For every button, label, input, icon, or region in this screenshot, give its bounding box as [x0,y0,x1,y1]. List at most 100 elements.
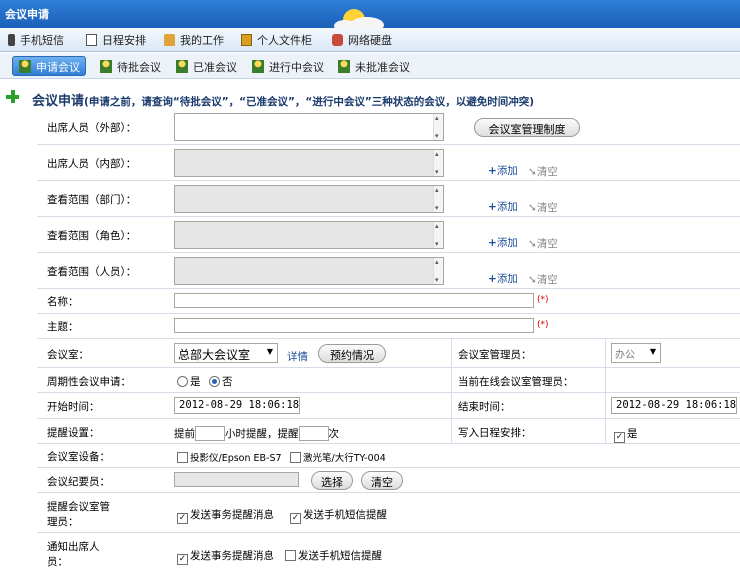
room-rules-button[interactable]: 会议室管理制度 [474,118,580,137]
remind-manager-message-option[interactable]: 发送事务提醒消息 [177,507,274,524]
title-bar: 会议申请 [0,0,740,28]
clear-scope-dept-link[interactable]: ➘清空 [528,200,558,215]
chevron-down-icon: ▼ [266,347,273,356]
room-manager-select[interactable]: 办公 ▼ [611,343,661,363]
add-scope-role-link[interactable]: +添加 [488,235,518,250]
person-icon [338,60,350,73]
form-row-reminder: 提醒设置： 提前小时提醒，提醒次 写入日程安排： 是 [37,419,740,444]
end-time-label: 结束时间： [458,401,511,413]
clear-scope-user-link[interactable]: ➘清空 [528,272,558,287]
select-recorder-button[interactable]: 选择 [311,471,353,490]
equipment-item[interactable]: 投影仪/Epson EB-S7 [177,450,282,464]
person-icon [19,60,31,73]
form-row-periodic: 周期性会议申请： 是 否 当前在线会议室管理员： [37,368,740,393]
scope-dept-label: 查看范围（部门）： [47,194,137,206]
notify-attendees-sms-checkbox[interactable] [285,550,296,561]
clear-recorder-button[interactable]: 清空 [361,471,403,490]
name-input[interactable] [174,293,534,308]
form-row-attendees-external: 出席人员（外部）： 会议室管理制度 [37,110,740,145]
periodic-label: 周期性会议申请： [47,376,131,388]
scrollbar[interactable] [433,258,443,284]
room-detail-link[interactable]: 详情 [287,349,308,364]
topnav-item-schedule[interactable]: 日程安排 [86,32,146,48]
name-label: 名称： [47,296,79,308]
required-marker: (*) [537,320,549,330]
form-row-room: 会议室： 总部大会议室 ▼ 详情 预约情况 会议室管理员： 办公 ▼ [37,339,740,368]
reminder-hours-input[interactable] [195,426,225,441]
booking-status-button[interactable]: 预约情况 [318,344,386,363]
scrollbar[interactable] [433,186,443,212]
radio-no[interactable] [209,376,220,387]
remind-manager-sms-option[interactable]: 发送手机短信提醒 [290,507,387,524]
form-row-subject: 主题： (*) [37,314,740,339]
tab-rejected-meetings[interactable]: 未批准会议 [338,56,410,76]
meeting-tabs: 申请会议 待批会议 已准会议 进行中会议 未批准会议 [0,53,740,79]
folder-icon [241,34,252,46]
disk-icon [332,34,343,46]
form-row-time: 开始时间： 2012-08-29 18:06:18 结束时间： 2012-08-… [37,393,740,419]
equipment-item[interactable]: 激光笔/大行TY-004 [290,450,386,464]
scrollbar[interactable] [433,114,443,140]
topnav-item-network-disk[interactable]: 网络硬盘 [332,32,392,48]
room-manager-label: 会议室管理员： [458,349,532,361]
tab-pending-meetings[interactable]: 待批会议 [100,56,161,76]
scrollbar[interactable] [433,150,443,176]
room-select[interactable]: 总部大会议室 ▼ [174,343,278,363]
end-time-input[interactable]: 2012-08-29 18:06:18 [611,397,737,414]
equipment-checkbox[interactable] [177,452,188,463]
clear-attendees-internal-link[interactable]: ➘清空 [528,164,558,179]
reminder-times-input[interactable] [298,426,329,441]
notify-attendees-message-checkbox[interactable] [177,554,188,565]
form-row-name: 名称： (*) [37,289,740,314]
add-scope-user-link[interactable]: +添加 [488,271,518,286]
topnav-item-mywork[interactable]: 我的工作 [164,32,224,48]
subject-input[interactable] [174,318,534,333]
form-row-scope-role: 查看范围（角色）： +添加 ➘清空 [37,217,740,253]
required-marker: (*) [537,295,549,305]
periodic-no-option[interactable]: 否 [209,374,233,389]
phone-icon [8,34,15,46]
topnav-item-sms[interactable]: 手机短信 [8,32,64,48]
form-row-notify-attendees: 通知出席人员： 发送事务提醒消息 发送手机短信提醒 [37,533,740,569]
top-nav: 手机短信 日程安排 我的工作 个人文件柜 网络硬盘 [0,28,740,52]
start-time-input[interactable]: 2012-08-29 18:06:18 [174,397,300,414]
periodic-yes-option[interactable]: 是 [177,374,201,389]
person-icon [252,60,264,73]
online-managers-label: 当前在线会议室管理员： [458,376,574,388]
scrollbar[interactable] [433,222,443,248]
attendees-external-input[interactable] [174,113,444,141]
subject-label: 主题： [47,321,79,333]
remind-manager-sms-checkbox[interactable] [290,513,301,524]
form-row-equipment: 会议室设备： 投影仪/Epson EB-S7 激光笔/大行TY-004 [37,444,740,468]
form-row-attendees-internal: 出席人员（内部）： +添加 ➘清空 [37,145,740,181]
page-note: (申请之前，请查询“待批会议”，“已准会议”，“进行中会议”三种状态的会议，以避… [84,96,535,108]
clear-scope-role-link[interactable]: ➘清空 [528,236,558,251]
start-time-label: 开始时间： [47,401,100,413]
form-row-remind-manager: 提醒会议室管理员： 发送事务提醒消息 发送手机短信提醒 [37,493,740,533]
tab-approved-meetings[interactable]: 已准会议 [176,56,237,76]
scope-user-label: 查看范围（人员）： [47,266,137,278]
radio-yes[interactable] [177,376,188,387]
remind-manager-message-checkbox[interactable] [177,513,188,524]
add-scope-dept-link[interactable]: +添加 [488,199,518,214]
write-schedule-option[interactable]: 是 [614,426,638,443]
attendees-internal-input [174,149,444,177]
notify-attendees-sms-option[interactable]: 发送手机短信提醒 [285,548,382,563]
notify-attendees-message-option[interactable]: 发送事务提醒消息 [177,548,274,565]
recorder-label: 会议纪要员： [47,476,110,488]
scope-role-label: 查看范围（角色）： [47,230,137,242]
tab-ongoing-meetings[interactable]: 进行中会议 [252,56,324,76]
attendees-internal-label: 出席人员（内部）： [47,158,137,170]
form-row-scope-user: 查看范围（人员）： +添加 ➘清空 [37,253,740,289]
attendees-external-label: 出席人员（外部）： [47,122,137,134]
reminder-settings: 提前 小时提醒，提醒次 [174,426,339,441]
tab-apply-meeting[interactable]: 申请会议 [12,56,86,76]
equipment-checkbox[interactable] [290,452,301,463]
form-row-recorder: 会议纪要员： 选择 清空 [37,468,740,493]
topnav-item-personal-files[interactable]: 个人文件柜 [241,32,312,48]
write-schedule-checkbox[interactable] [614,432,625,443]
add-attendees-internal-link[interactable]: +添加 [488,163,518,178]
chevron-down-icon: ▼ [649,347,656,356]
home-icon [164,34,175,46]
reminder-label: 提醒设置： [47,427,100,439]
